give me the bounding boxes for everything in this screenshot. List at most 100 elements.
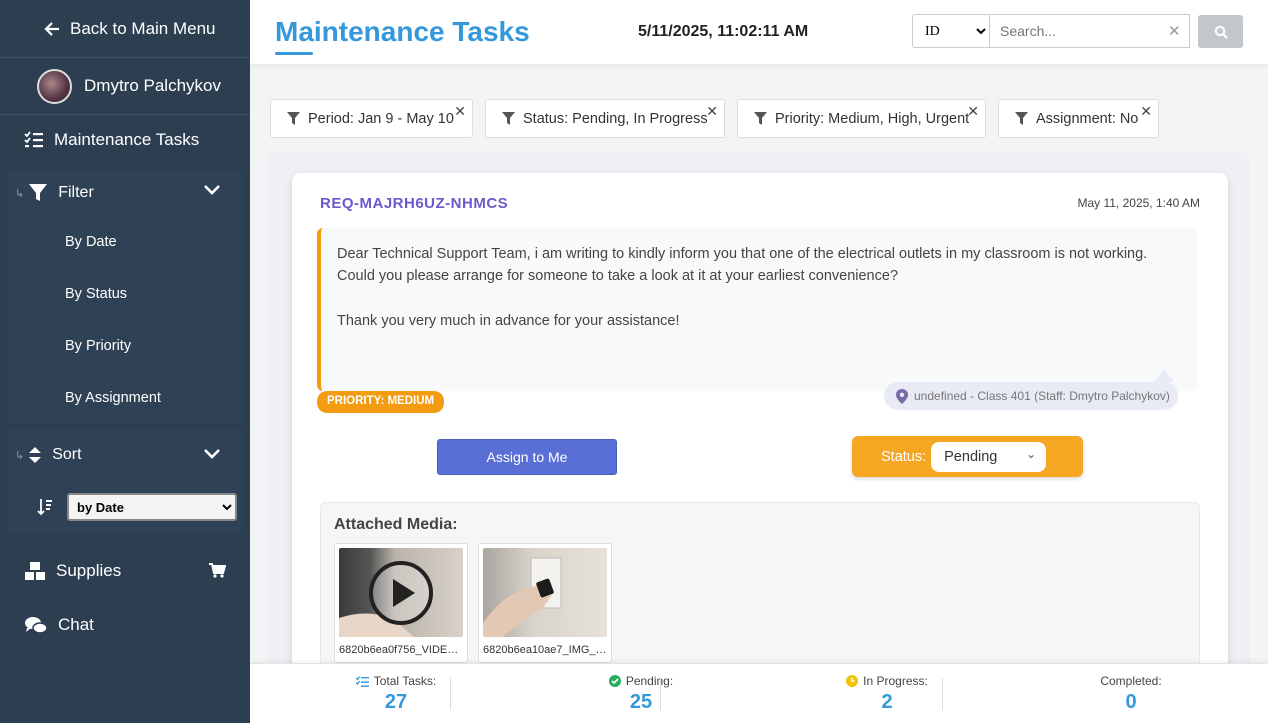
- chip-label: Period: Jan 9 - May 10: [308, 110, 454, 127]
- search-button[interactable]: [1198, 15, 1243, 48]
- request-id: REQ-MAJRH6UZ-NHMCS: [320, 195, 509, 212]
- filter-group: ↳ Filter By Date By Status By Priority B…: [7, 170, 243, 424]
- sort-descending-icon: [37, 499, 52, 516]
- sort-label: Sort: [52, 446, 82, 463]
- divider: [942, 678, 943, 710]
- user-name: Dmytro Palchykov: [84, 76, 221, 95]
- back-label: Back to Main Menu: [70, 18, 216, 38]
- message-paragraph: Thank you very much in advance for your …: [337, 313, 680, 329]
- chat-icon: [25, 617, 48, 634]
- stat-value: 2: [881, 691, 893, 713]
- filter-by-date[interactable]: By Date: [7, 216, 243, 268]
- media-title: Attached Media:: [334, 516, 458, 533]
- remove-chip-icon[interactable]: ✕: [706, 103, 718, 120]
- stat-value: 25: [629, 691, 653, 713]
- map-pin-icon: [896, 388, 908, 404]
- filter-toggle[interactable]: ↳ Filter: [7, 170, 243, 216]
- status-select[interactable]: Pending ⌄: [931, 441, 1047, 472]
- filter-icon: [1015, 111, 1028, 125]
- stat-label: Completed:: [1100, 674, 1162, 688]
- filter-by-status[interactable]: By Status: [7, 268, 243, 320]
- media-filename: 6820b6ea10ae7_IMG_.jpg: [483, 644, 607, 656]
- divider: [450, 678, 451, 710]
- remove-chip-icon[interactable]: ✕: [1140, 103, 1152, 120]
- chevron-down-icon: [204, 185, 220, 195]
- image-preview: [483, 548, 607, 637]
- chip-label: Assignment: No: [1036, 110, 1139, 127]
- back-to-main-menu-link[interactable]: Back to Main Menu: [0, 0, 250, 58]
- search-field-select[interactable]: ID: [912, 14, 990, 48]
- filter-label: Filter: [58, 184, 94, 201]
- assign-to-me-button[interactable]: Assign to Me: [437, 439, 617, 475]
- search-input[interactable]: [990, 14, 1190, 48]
- filter-by-priority[interactable]: By Priority: [7, 320, 243, 372]
- media-thumbnail-image[interactable]: 6820b6ea10ae7_IMG_.jpg: [478, 543, 612, 663]
- filter-icon: [287, 111, 300, 125]
- nav-label: Chat: [58, 615, 94, 634]
- filter-by-priority-label: By Priority: [65, 338, 132, 354]
- current-datetime: 5/11/2025, 11:02:11 AM: [638, 23, 809, 40]
- cart-icon: [209, 563, 226, 578]
- stat-label: Pending:: [625, 674, 674, 688]
- nav-label: Supplies: [56, 561, 122, 580]
- filter-by-date-label: By Date: [65, 234, 117, 250]
- nav-chat[interactable]: Chat: [0, 598, 250, 652]
- task-list-icon: [355, 675, 369, 687]
- chip-label: Priority: Medium, High, Urgent: [775, 110, 970, 127]
- video-preview: [339, 548, 463, 637]
- priority-badge: PRIORITY: MEDIUM: [317, 391, 445, 413]
- location-pointer: [1154, 369, 1174, 382]
- nav-supplies[interactable]: Supplies: [0, 544, 250, 598]
- nav-maintenance-tasks[interactable]: Maintenance Tasks: [0, 115, 250, 165]
- filter-by-status-label: By Status: [65, 286, 128, 302]
- status-control: Status: Pending ⌄: [852, 436, 1083, 477]
- filter-chip-period[interactable]: Period: Jan 9 - May 10 ✕: [270, 99, 473, 138]
- clock-icon: [846, 675, 859, 687]
- search-icon: [1214, 25, 1228, 39]
- sort-row: by Date: [7, 480, 243, 534]
- task-card: REQ-MAJRH6UZ-NHMCS May 11, 2025, 1:40 AM…: [292, 173, 1228, 677]
- task-list-icon: [24, 131, 43, 148]
- stat-in-progress: In Progress: 2: [827, 674, 947, 714]
- stat-label: In Progress:: [863, 674, 928, 688]
- sort-group: ↳ Sort by Date: [7, 430, 243, 534]
- filter-icon: [29, 184, 48, 201]
- sort-select[interactable]: by Date: [67, 493, 237, 521]
- remove-chip-icon[interactable]: ✕: [967, 103, 979, 120]
- sidebar: Back to Main Menu Dmytro Palchykov Maint…: [0, 0, 250, 723]
- task-message: Dear Technical Support Team, i am writin…: [317, 228, 1197, 391]
- attached-media: Attached Media: 6820b6ea0f756_VIDEO.mp4 …: [320, 502, 1200, 677]
- media-thumbnail-video[interactable]: 6820b6ea0f756_VIDEO.mp4: [334, 543, 468, 663]
- divider: [660, 678, 661, 710]
- remove-chip-icon[interactable]: ✕: [454, 103, 466, 120]
- sort-icon: [29, 447, 42, 463]
- message-paragraph: Dear Technical Support Team, i am writin…: [337, 246, 1148, 284]
- avatar: [37, 68, 72, 104]
- stats-footer: Total Tasks: 27 Pending: 25 In Progress:…: [250, 663, 1268, 723]
- status-value: Pending: [944, 448, 998, 465]
- media-filename: 6820b6ea0f756_VIDEO.mp4: [339, 644, 463, 656]
- status-label: Status:: [881, 448, 927, 465]
- clear-search-icon[interactable]: ✕: [1168, 22, 1181, 40]
- sub-arrow-icon: ↳: [15, 449, 25, 462]
- user-profile[interactable]: Dmytro Palchykov: [0, 58, 250, 115]
- chip-label: Status: Pending, In Progress: [523, 110, 708, 127]
- request-date: May 11, 2025, 1:40 AM: [1077, 196, 1200, 210]
- location-tag: undefined - Class 401 (Staff: Dmytro Pal…: [884, 382, 1178, 410]
- title-underline: [275, 52, 313, 55]
- stat-value: 27: [384, 691, 408, 713]
- filter-icon: [502, 111, 515, 125]
- stat-total: Total Tasks: 27: [346, 674, 446, 714]
- check-circle-icon: [608, 675, 621, 687]
- filter-chip-priority[interactable]: Priority: Medium, High, Urgent ✕: [737, 99, 986, 138]
- chevron-down-icon: [204, 449, 220, 459]
- filter-by-assignment-label: By Assignment: [65, 390, 161, 406]
- page-title: Maintenance Tasks: [275, 16, 530, 47]
- filter-chip-assignment[interactable]: Assignment: No ✕: [998, 99, 1159, 138]
- boxes-icon: [25, 562, 45, 580]
- filter-chip-status[interactable]: Status: Pending, In Progress ✕: [485, 99, 725, 138]
- sort-toggle[interactable]: ↳ Sort: [7, 430, 243, 480]
- nav-label: Maintenance Tasks: [54, 130, 200, 149]
- filter-by-assignment[interactable]: By Assignment: [7, 372, 243, 424]
- outlet-photo-icon: [483, 557, 562, 637]
